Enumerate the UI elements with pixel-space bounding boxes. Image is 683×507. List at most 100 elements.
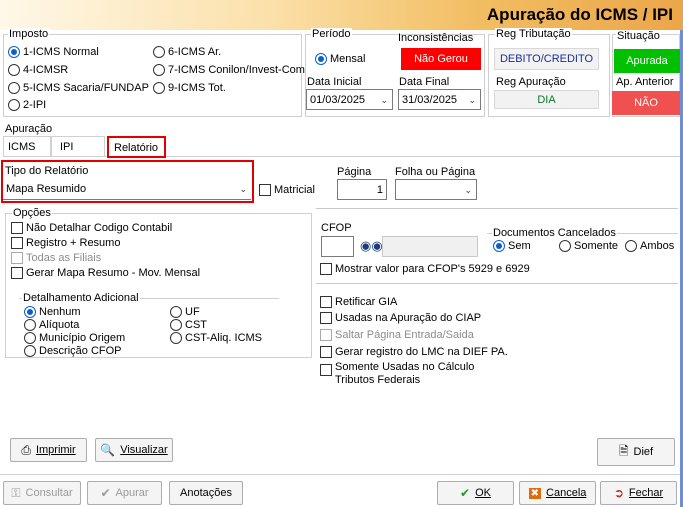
tab-icms[interactable]: ICMS	[3, 136, 51, 156]
radio-nenhum[interactable]: Nenhum	[24, 306, 81, 318]
checkbox-box	[11, 267, 23, 279]
reg-apuracao-title: Reg Apuração	[496, 76, 566, 88]
radio-dot	[153, 46, 165, 58]
ap-anterior-title: Ap. Anterior	[616, 76, 674, 88]
reg-tributacao-value: DEBITO/CREDITO	[494, 48, 599, 70]
checkbox-box	[11, 252, 23, 264]
data-final-label: Data Final	[399, 76, 450, 88]
chevron-down-icon: ⌄	[468, 95, 476, 105]
binoculars-icon[interactable]: ◉◉	[360, 238, 383, 254]
anotacoes-button[interactable]: Anotações	[169, 481, 243, 505]
radio-dot	[559, 240, 571, 252]
radio-dot	[153, 64, 165, 76]
folha-label: Folha ou Página	[395, 166, 476, 178]
gerar-lmc-checkbox[interactable]: Gerar registro do LMC na DIEF PA.	[320, 346, 508, 358]
tab-strip-line	[3, 156, 680, 157]
document-icon: 🗎	[618, 443, 629, 458]
radio-dot	[170, 306, 182, 318]
radio-5-icms-sacaria[interactable]: 5-ICMS Sacaria/FUNDAP	[8, 82, 149, 94]
data-inicial-picker[interactable]: 01/03/2025 ⌄	[306, 89, 393, 110]
checkmark-icon: ✔	[460, 486, 471, 500]
cfop-label: CFOP	[321, 222, 352, 234]
printer-icon: ⎙	[21, 442, 31, 457]
consultar-button[interactable]: ⚿ Consultar	[3, 481, 81, 505]
radio-dot	[24, 306, 36, 318]
exit-icon: ➲	[613, 486, 624, 500]
tab-relatorio[interactable]: Relatório	[107, 136, 166, 158]
bottom-divider	[0, 474, 683, 475]
radio-dot	[8, 99, 20, 111]
radio-cst[interactable]: CST	[170, 319, 207, 331]
checkbox-box	[11, 222, 23, 234]
tipo-relatorio-label: Tipo do Relatório	[5, 165, 89, 177]
cfop-description	[382, 236, 478, 257]
radio-descricao-cfop[interactable]: Descrição CFOP	[24, 345, 122, 357]
reg-tributacao-title: Reg Tributação	[495, 28, 572, 40]
radio-dot	[153, 82, 165, 94]
radio-dot	[24, 332, 36, 344]
radio-dot	[170, 319, 182, 331]
radio-ambos[interactable]: Ambos	[625, 240, 674, 252]
apuracao-title: Apuração	[5, 123, 53, 135]
radio-mensal[interactable]: Mensal	[315, 53, 365, 65]
radio-cst-aliq-icms[interactable]: CST-Aliq. ICMS	[170, 332, 262, 344]
checkbox-box	[320, 312, 332, 324]
radio-6-icms-ar[interactable]: 6-ICMS Ar.	[153, 46, 221, 58]
situacao-title: Situação	[616, 30, 661, 42]
radio-9-icms-tot[interactable]: 9-ICMS Tot.	[153, 82, 226, 94]
data-final-picker[interactable]: 31/03/2025 ⌄	[398, 89, 481, 110]
visualizar-button[interactable]: 🔍 Visualizar	[95, 438, 173, 462]
fechar-button[interactable]: ➲ Fechar	[600, 481, 677, 505]
folha-select[interactable]: ⌄	[395, 179, 477, 200]
inconsistencias-value: Não Gerou	[401, 48, 481, 70]
periodo-title: Período	[311, 28, 352, 40]
imprimir-button[interactable]: ⎙ Imprimir	[10, 438, 87, 462]
matricial-checkbox[interactable]: Matricial	[259, 184, 315, 196]
inconsistencias-title: Inconsistências	[398, 32, 474, 44]
pagina-input[interactable]: 1	[337, 179, 387, 200]
radio-7-icms-conilon[interactable]: 7-ICMS Conilon/Invest-Com	[153, 64, 305, 76]
tipo-relatorio-select[interactable]: Mapa Resumido ⌄	[3, 179, 251, 200]
gerar-mapa-checkbox[interactable]: Gerar Mapa Resumo - Mov. Mensal	[11, 267, 200, 279]
radio-uf[interactable]: UF	[170, 306, 200, 318]
situacao-value: Apurada	[614, 49, 680, 73]
dief-button[interactable]: 🗎 Dief	[597, 438, 675, 466]
tab-ipi[interactable]: IPI	[51, 136, 105, 156]
title-bar: Apuração do ICMS / IPI	[0, 0, 683, 30]
radio-dot	[24, 345, 36, 357]
radio-aliquota[interactable]: Alíquota	[24, 319, 79, 331]
detalhamento-title: Detalhamento Adicional	[22, 292, 140, 304]
saltar-pagina-checkbox[interactable]: Saltar Página Entrada/Saida	[320, 329, 474, 341]
ok-button[interactable]: ✔ OK	[437, 481, 514, 505]
right-divider-2	[316, 283, 678, 284]
cancela-button[interactable]: ✖ Cancela	[519, 481, 596, 505]
usadas-ciap-checkbox[interactable]: Usadas na Apuração do CIAP	[320, 312, 481, 324]
key-icon: ⚿	[11, 485, 21, 500]
radio-dot	[315, 53, 327, 65]
mostrar-cfop-checkbox[interactable]: Mostrar valor para CFOP's 5929 e 6929	[320, 263, 530, 275]
radio-1-icms-normal[interactable]: 1-ICMS Normal	[8, 46, 99, 58]
radio-4-icmsr[interactable]: 4-ICMSR	[8, 64, 68, 76]
reg-apuracao-value: DIA	[494, 90, 599, 109]
radio-somente[interactable]: Somente	[559, 240, 618, 252]
nao-detalhar-checkbox[interactable]: Não Detalhar Codigo Contabil	[11, 222, 172, 234]
todas-filiais-checkbox[interactable]: Todas as Filiais	[11, 252, 101, 264]
radio-dot	[8, 46, 20, 58]
radio-dot	[170, 332, 182, 344]
radio-dot	[493, 240, 505, 252]
apurar-button[interactable]: ✔ Apurar	[87, 481, 162, 505]
radio-2-ipi[interactable]: 2-IPI	[8, 99, 46, 111]
data-inicial-label: Data Inicial	[307, 76, 362, 88]
radio-sem[interactable]: Sem	[493, 240, 531, 252]
retificar-gia-checkbox[interactable]: Retificar GIA	[320, 296, 397, 308]
radio-municipio-origem[interactable]: Município Origem	[24, 332, 125, 344]
cfop-input[interactable]	[321, 236, 354, 257]
registro-resumo-checkbox[interactable]: Registro + Resumo	[11, 237, 120, 249]
radio-dot	[8, 64, 20, 76]
somente-usadas-checkbox[interactable]: Somente Usadas no Cálculo Tributos Feder…	[320, 361, 474, 387]
radio-dot	[24, 319, 36, 331]
checkbox-box	[320, 364, 332, 376]
documentos-cancelados-title: Documentos Cancelados	[492, 227, 617, 239]
window-title: Apuração do ICMS / IPI	[486, 5, 673, 24]
chevron-down-icon: ⌄	[380, 95, 388, 105]
